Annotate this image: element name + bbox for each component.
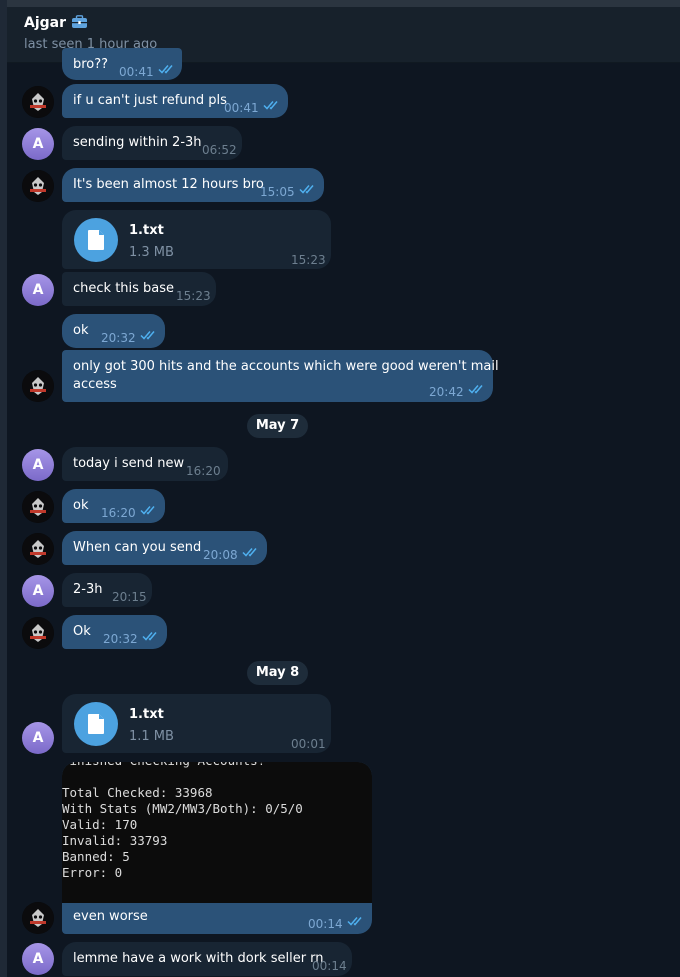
read-checkmarks-icon — [142, 632, 157, 641]
avatar[interactable]: A — [22, 274, 54, 306]
date-separator: May 8 — [247, 661, 308, 685]
message-outgoing[interactable]: bro?? 00:41 — [62, 48, 182, 80]
message-text: if u can't just refund pls — [73, 93, 227, 108]
message-text: today i send new — [73, 456, 185, 471]
message-time: 15:05 — [260, 185, 295, 199]
avatar[interactable]: A — [22, 128, 54, 160]
message-text: ok — [73, 498, 89, 513]
avatar[interactable]: A — [22, 449, 54, 481]
message-time: 00:01 — [291, 737, 326, 751]
read-checkmarks-icon — [140, 506, 155, 515]
message-outgoing[interactable]: ok 20:32 — [62, 314, 165, 348]
avatar[interactable]: A — [22, 575, 54, 607]
message-time: 20:15 — [112, 590, 147, 604]
message-time: 00:14 — [308, 917, 343, 931]
read-checkmarks-icon — [468, 385, 483, 394]
message-incoming[interactable]: check this base 15:23 — [62, 272, 216, 306]
screenshot-image[interactable]: Finished Checking Accounts! Total Checke… — [62, 762, 372, 903]
message-incoming[interactable]: today i send new 16:20 — [62, 447, 228, 481]
message-outgoing[interactable]: ok 16:20 — [62, 489, 165, 523]
read-checkmarks-icon — [347, 917, 362, 926]
message-time: 15:23 — [176, 289, 211, 303]
message-text: Ok — [73, 624, 91, 639]
avatar[interactable]: A — [22, 943, 54, 975]
window-top-bar — [0, 0, 680, 7]
briefcase-icon — [71, 15, 88, 33]
message-text: check this base — [73, 281, 175, 296]
date-separator: May 7 — [247, 414, 308, 438]
message-incoming[interactable]: 2-3h 20:15 — [62, 573, 152, 607]
avatar[interactable] — [22, 370, 54, 402]
avatar[interactable] — [22, 491, 54, 523]
message-time: 20:42 — [429, 385, 464, 399]
message-outgoing[interactable]: It's been almost 12 hours bro 15:05 — [62, 168, 324, 202]
avatar[interactable] — [22, 170, 54, 202]
message-text: When can you send — [73, 540, 202, 555]
file-size: 1.3 MB — [129, 245, 174, 260]
read-checkmarks-icon — [263, 101, 278, 110]
image-text-line: Error: 0 — [62, 865, 123, 880]
file-icon[interactable] — [74, 218, 118, 262]
message-time: 16:20 — [186, 464, 221, 478]
message-text: lemme have a work with dork seller rn — [73, 951, 324, 966]
chat-list-edge — [0, 0, 7, 977]
photo-caption: even worse — [73, 909, 148, 924]
file-size: 1.1 MB — [129, 729, 174, 744]
message-incoming[interactable]: sending within 2-3h 06:52 — [62, 126, 242, 160]
message-text-line: only got 300 hits and the accounts which… — [73, 359, 499, 374]
message-time: 00:41 — [119, 65, 154, 79]
message-time: 16:20 — [101, 506, 136, 520]
file-message-incoming[interactable]: 1.txt 1.3 MB 15:23 — [62, 210, 331, 269]
message-time: 20:08 — [203, 548, 238, 562]
message-time: 06:52 — [202, 143, 237, 157]
message-time: 00:41 — [224, 101, 259, 115]
avatar[interactable] — [22, 533, 54, 565]
message-text: It's been almost 12 hours bro — [73, 177, 264, 192]
file-message-incoming[interactable]: 1.txt 1.1 MB 00:01 — [62, 694, 331, 753]
message-text-line: access — [73, 377, 117, 392]
avatar[interactable] — [22, 902, 54, 934]
file-icon[interactable] — [74, 702, 118, 746]
message-outgoing[interactable]: only got 300 hits and the accounts which… — [62, 350, 499, 402]
message-time: 20:32 — [101, 331, 136, 345]
file-name[interactable]: 1.txt — [129, 222, 164, 240]
avatar[interactable] — [22, 86, 54, 118]
photo-message-outgoing[interactable]: Finished Checking Accounts! Total Checke… — [62, 762, 372, 934]
message-time: 15:23 — [291, 253, 326, 267]
message-outgoing[interactable]: When can you send 20:08 — [62, 531, 267, 565]
message-time: 20:32 — [103, 632, 138, 646]
message-text: bro?? — [73, 57, 109, 72]
contact-name-row[interactable]: Ajgar — [24, 15, 88, 33]
read-checkmarks-icon — [140, 331, 155, 340]
message-text: 2-3h — [73, 582, 103, 597]
contact-name[interactable]: Ajgar — [24, 15, 66, 31]
image-text-line: Finished Checking Accounts! — [62, 762, 265, 770]
message-text: sending within 2-3h — [73, 135, 202, 150]
avatar[interactable] — [22, 617, 54, 649]
message-incoming[interactable]: lemme have a work with dork seller rn 00… — [62, 942, 352, 976]
avatar[interactable]: A — [22, 722, 54, 754]
message-time: 00:14 — [312, 959, 347, 973]
message-text: ok — [73, 323, 89, 338]
file-name[interactable]: 1.txt — [129, 706, 164, 724]
message-outgoing[interactable]: Ok 20:32 — [62, 615, 167, 649]
message-outgoing[interactable]: if u can't just refund pls 00:41 — [62, 84, 288, 118]
read-checkmarks-icon — [299, 185, 314, 194]
read-checkmarks-icon — [242, 548, 257, 557]
read-checkmarks-icon — [158, 65, 173, 74]
